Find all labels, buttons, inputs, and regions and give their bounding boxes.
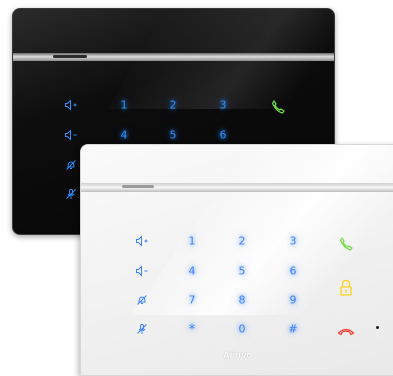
- bell-mute-icon[interactable]: [65, 159, 77, 171]
- speaker-slot: [122, 185, 154, 188]
- key-3[interactable]: 3: [220, 100, 227, 111]
- white-intercom-panel: 1 2 3 4 5 6 7 8 9 * 0 # Aiiuvo: [80, 144, 393, 376]
- key-8[interactable]: 8: [239, 295, 246, 306]
- key-hash[interactable]: #: [288, 324, 297, 335]
- unlock-icon[interactable]: [339, 279, 353, 297]
- key-6[interactable]: 6: [290, 266, 297, 277]
- key-star[interactable]: *: [189, 324, 196, 337]
- mic-mute-icon[interactable]: [65, 188, 77, 200]
- key-5[interactable]: 5: [239, 266, 246, 277]
- key-6[interactable]: 6: [220, 130, 227, 141]
- key-4[interactable]: 4: [189, 266, 196, 277]
- speaker-slot: [53, 55, 87, 58]
- key-7[interactable]: 7: [189, 295, 196, 306]
- key-1[interactable]: 1: [121, 100, 128, 111]
- call-answer-icon[interactable]: [339, 237, 353, 251]
- key-4[interactable]: 4: [121, 130, 128, 141]
- key-1[interactable]: 1: [189, 236, 196, 247]
- key-3[interactable]: 3: [290, 236, 297, 247]
- bell-mute-icon[interactable]: [136, 294, 148, 306]
- indicator-led: [376, 326, 379, 329]
- key-5[interactable]: 5: [170, 130, 177, 141]
- volume-down-icon[interactable]: [65, 129, 78, 141]
- mic-mute-icon[interactable]: [136, 323, 148, 335]
- volume-down-icon[interactable]: [136, 265, 149, 277]
- volume-up-icon[interactable]: [136, 235, 149, 247]
- glass-reflection: [130, 145, 393, 315]
- key-2[interactable]: 2: [239, 236, 246, 247]
- key-2[interactable]: 2: [170, 100, 177, 111]
- brand-logo: Aiiuvo: [223, 350, 253, 360]
- hang-up-icon[interactable]: [337, 326, 355, 336]
- call-answer-icon[interactable]: [271, 100, 285, 114]
- volume-up-icon[interactable]: [65, 99, 78, 111]
- key-9[interactable]: 9: [290, 295, 297, 306]
- key-0[interactable]: 0: [239, 324, 246, 335]
